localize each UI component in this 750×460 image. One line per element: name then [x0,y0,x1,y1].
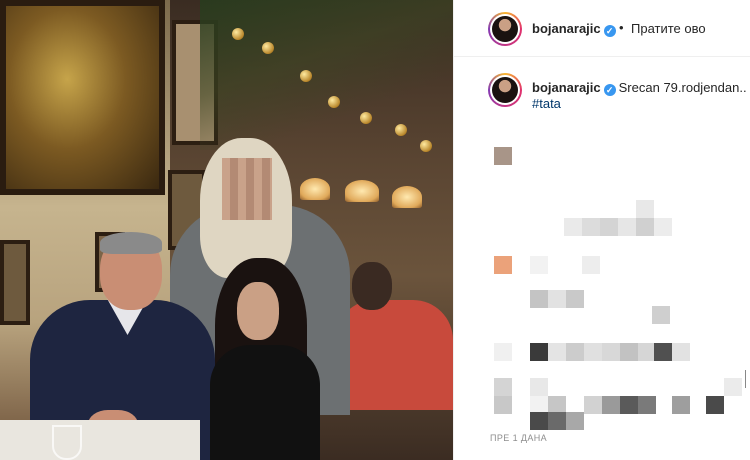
wall-frame [0,240,30,325]
pixel-block [654,218,672,236]
lamp [300,178,330,200]
pixel-block [548,343,566,361]
pixel-block [494,378,512,396]
seated-woman [210,345,320,460]
verified-badge-icon: ✓ [603,25,616,37]
seated-man-hair [100,232,162,254]
christmas-garland [200,0,453,150]
pixel-block [530,412,548,430]
pixel-block [620,343,638,361]
verified-badge-icon: ✓ [603,84,616,96]
ornament [328,96,340,108]
pixel-block [494,147,512,165]
pixel-block [672,343,690,361]
pixel-block [652,306,670,324]
pixel-block [602,343,620,361]
ornament [420,140,432,152]
pixel-block [530,378,548,396]
post-header: bojanarajic ✓ • Пратите ово [454,0,750,57]
pixel-block [600,218,618,236]
pixel-block [618,218,636,236]
follow-button[interactable]: Пратите ово [631,21,706,36]
pixel-block [584,396,602,414]
pixel-block [602,396,620,414]
pixel-block [494,396,512,414]
post-photo[interactable] [0,0,453,460]
hashtag-link[interactable]: #tata [532,96,561,111]
pixel-block [620,396,638,414]
dining-table [0,420,200,460]
profile-avatar[interactable] [488,12,522,46]
pixel-block [564,218,582,236]
pixel-block [530,343,548,361]
seated-woman-face [237,282,279,340]
ornament [395,124,407,136]
pixel-block [654,343,672,361]
pixel-block [638,396,656,414]
pixel-block [582,218,600,236]
lamp [392,186,422,208]
post-side-panel: bojanarajic ✓ • Пратите ово bojanarajic ✓ S… [453,0,750,460]
pixel-block [706,396,724,414]
ornament [232,28,244,40]
post-caption: bojanarajic ✓ Srecan 79.rodjendan.. #tata [454,57,750,117]
ornament [262,42,274,54]
username-link[interactable]: bojanarajic ✓ [532,80,616,96]
username-text: bojanarajic [532,80,601,95]
pixel-block [672,396,690,414]
ornament [360,112,372,124]
pixel-block [566,412,584,430]
pixel-block [494,256,512,274]
pixel-block [566,343,584,361]
pixel-block [584,343,602,361]
lamp [345,180,379,202]
pixel-block [636,200,654,218]
pixel-block [530,290,548,308]
pixel-block [530,256,548,274]
pixel-block [494,343,512,361]
pixel-block [548,412,566,430]
pixel-block [636,218,654,236]
pixel-block [566,290,584,308]
post-timestamp[interactable]: ПРЕ 1 ДАНА [490,433,547,443]
background-person-head [352,262,392,310]
profile-avatar[interactable] [488,73,522,107]
username-text: bojanarajic [532,21,601,36]
username-link[interactable]: bojanarajic ✓ [532,21,616,37]
scrollbar[interactable] [736,370,746,388]
pixel-block [582,256,600,274]
caption-text: Srecan 79.rodjendan.. [618,80,747,95]
separator-dot: • [619,20,624,35]
caption-line: bojanarajic ✓ Srecan 79.rodjendan.. [532,80,747,96]
pixelated-face [222,158,272,220]
background-person [335,300,453,410]
wall-painting [0,0,165,195]
pixel-block [548,290,566,308]
wine-glass [52,425,82,460]
ornament [300,70,312,82]
